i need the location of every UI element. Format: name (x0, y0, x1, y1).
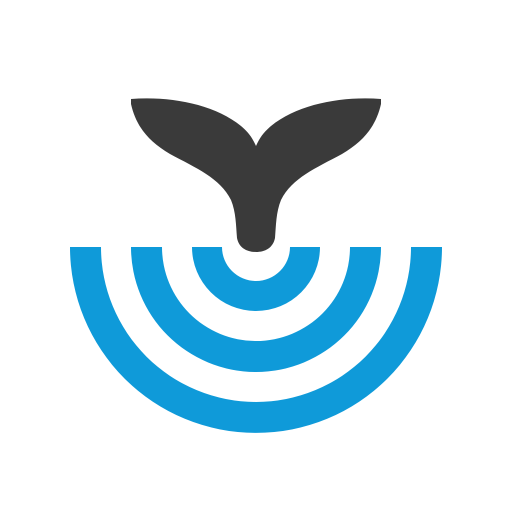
whale-tail-ripples-icon (70, 98, 442, 433)
app-logo (0, 0, 512, 512)
ripple-ring-inner (192, 247, 320, 311)
ripple-ring-outer (70, 247, 442, 433)
whale-tail-shape (131, 98, 381, 252)
ripple-rings (70, 247, 442, 433)
